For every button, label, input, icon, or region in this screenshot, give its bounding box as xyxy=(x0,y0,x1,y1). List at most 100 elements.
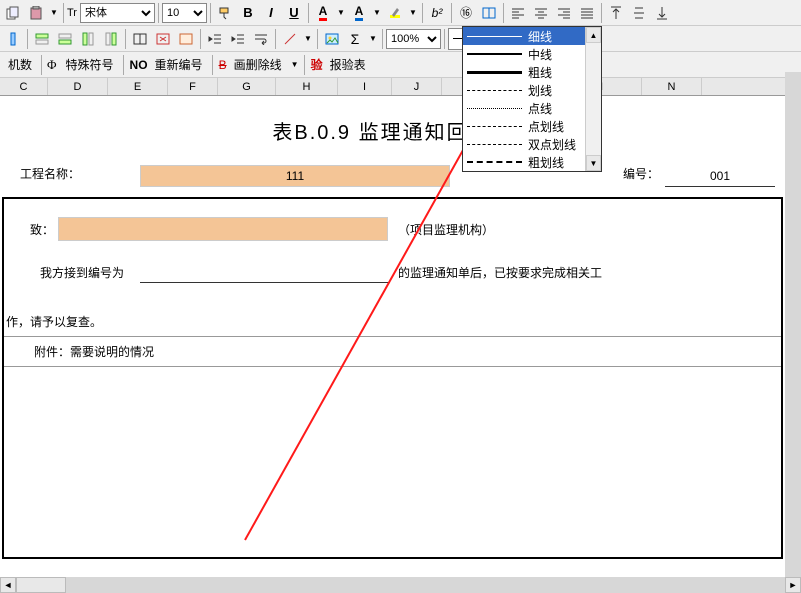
line-style-option[interactable]: 粗线 xyxy=(463,63,585,81)
renumber-button[interactable]: 重新编号 xyxy=(149,56,209,73)
line4-label: 作，请予以复查。 xyxy=(4,301,781,336)
line-style-label: 粗线 xyxy=(528,64,552,81)
insert-col-right-icon[interactable] xyxy=(100,28,122,50)
line-style-label: 划线 xyxy=(528,82,552,99)
attachment-label: 附件：需要说明的情况 xyxy=(4,336,781,367)
received-number-field[interactable] xyxy=(140,261,390,283)
merge-cells-icon[interactable] xyxy=(478,2,500,24)
paste-icon[interactable] xyxy=(25,2,47,24)
toolbar-insert: ▼ Σ ▼ 100% ▼ ▼ ▼ xyxy=(0,26,801,52)
align-right-icon[interactable] xyxy=(553,2,575,24)
underline-button[interactable]: U xyxy=(283,2,305,24)
paste-dropdown-arrow-icon[interactable]: ▼ xyxy=(48,3,60,23)
align-left-icon[interactable] xyxy=(507,2,529,24)
delete-cell-icon[interactable] xyxy=(152,28,174,50)
align-justify-icon[interactable] xyxy=(576,2,598,24)
bold-button[interactable]: B xyxy=(237,2,259,24)
valign-middle-icon[interactable] xyxy=(628,2,650,24)
right-gutter xyxy=(785,72,801,577)
project-name-label: 工程名称： xyxy=(0,165,140,187)
phi-icon: Φ xyxy=(45,57,59,73)
align-center-icon[interactable] xyxy=(530,2,552,24)
report-button[interactable]: 报验表 xyxy=(324,56,372,73)
line-style-option[interactable]: 点线 xyxy=(463,99,585,117)
scrollbar-thumb[interactable] xyxy=(16,577,66,593)
shape-line-icon[interactable] xyxy=(279,28,301,50)
strike-prefix-icon: B xyxy=(216,58,227,72)
scroll-left-icon[interactable]: ◄ xyxy=(0,577,16,593)
scroll-up-icon[interactable]: ▲ xyxy=(586,27,601,43)
highlight-arrow-icon[interactable]: ▼ xyxy=(407,3,419,23)
valign-top-icon[interactable] xyxy=(605,2,627,24)
to-field[interactable] xyxy=(58,217,388,241)
received-prefix-label: 我方接到编号为 xyxy=(10,264,140,281)
column-header-G[interactable]: G xyxy=(218,78,276,95)
line-style-option[interactable]: 粗划线 xyxy=(463,153,585,171)
toolbar-formatting: ▼ Tr 宋体 10 B I U A ▼ A ▼ ▼ b² ⑯ xyxy=(0,0,801,26)
line-style-option[interactable]: 点划线 xyxy=(463,117,585,135)
attachment-content-area[interactable] xyxy=(4,367,781,557)
column-header-F[interactable]: F xyxy=(168,78,218,95)
scroll-down-icon[interactable]: ▼ xyxy=(586,155,601,171)
wrap-text-icon[interactable] xyxy=(250,28,272,50)
received-suffix-label: 的监理通知单后，已按要求完成相关工 xyxy=(390,264,602,281)
fill-color-arrow-icon[interactable]: ▼ xyxy=(371,3,383,23)
project-name-field[interactable]: 111 xyxy=(140,165,450,187)
line-style-option[interactable]: 划线 xyxy=(463,81,585,99)
column-header-E[interactable]: E xyxy=(108,78,168,95)
shape-arrow-icon[interactable]: ▼ xyxy=(302,29,314,49)
horizontal-scrollbar[interactable]: ◄ ► xyxy=(0,577,801,593)
line-style-label: 双点划线 xyxy=(528,136,576,153)
highlight-button[interactable] xyxy=(384,2,406,24)
toolbar-custom: 机数 Φ 特殊符号 NO 重新编号 B 画删除线 ▼ 验 报验表 xyxy=(0,52,801,78)
scroll-right-icon[interactable]: ► xyxy=(785,577,801,593)
insert-col-icon[interactable] xyxy=(2,28,24,50)
insert-row-above-icon[interactable] xyxy=(31,28,53,50)
zoom-select[interactable]: 100% xyxy=(386,29,441,49)
special-char-button[interactable]: 特殊符号 xyxy=(60,56,120,73)
font-color-arrow-icon[interactable]: ▼ xyxy=(335,3,347,23)
font-size-select[interactable]: 10 xyxy=(162,3,207,23)
line-style-dropdown: 细线中线粗线划线点线点划线双点划线粗划线 ▲ ▼ xyxy=(462,26,602,172)
column-header-D[interactable]: D xyxy=(48,78,108,95)
fill-color-button[interactable]: A xyxy=(348,2,370,24)
dropdown-scrollbar[interactable]: ▲ ▼ xyxy=(585,27,601,171)
no-prefix-icon: NO xyxy=(127,58,148,72)
font-name-select[interactable]: 宋体 xyxy=(80,3,155,23)
column-header-C[interactable]: C xyxy=(0,78,48,95)
circled-number-icon[interactable]: ⑯ xyxy=(455,2,477,24)
sum-arrow-icon[interactable]: ▼ xyxy=(367,29,379,49)
image-icon[interactable] xyxy=(321,28,343,50)
insert-row-below-icon[interactable] xyxy=(54,28,76,50)
strike-arrow-icon[interactable]: ▼ xyxy=(289,55,301,75)
indent-icon[interactable] xyxy=(227,28,249,50)
column-header-H[interactable]: H xyxy=(276,78,338,95)
line-style-label: 粗划线 xyxy=(528,154,564,171)
strikethrough-button[interactable]: 画删除线 xyxy=(228,56,288,73)
line-style-option[interactable]: 中线 xyxy=(463,45,585,63)
superscript-button[interactable]: b² xyxy=(426,2,448,24)
column-header-N[interactable]: N xyxy=(642,78,702,95)
outdent-icon[interactable] xyxy=(204,28,226,50)
line-style-option[interactable]: 双点划线 xyxy=(463,135,585,153)
jishu-button[interactable]: 机数 xyxy=(2,56,38,73)
to-label: 致： xyxy=(10,221,58,238)
font-color-button[interactable]: A xyxy=(312,2,334,24)
split-cell-icon[interactable] xyxy=(129,28,151,50)
format-painter-icon[interactable] xyxy=(214,2,236,24)
line-style-label: 中线 xyxy=(528,46,552,63)
column-header-J[interactable]: J xyxy=(392,78,442,95)
table-props-icon[interactable] xyxy=(175,28,197,50)
number-field[interactable]: 001 xyxy=(665,165,775,187)
sum-icon[interactable]: Σ xyxy=(344,28,366,50)
copy-icon[interactable] xyxy=(2,2,24,24)
italic-button[interactable]: I xyxy=(260,2,282,24)
line-style-label: 点划线 xyxy=(528,118,564,135)
line-style-label: 点线 xyxy=(528,100,552,117)
line-style-option[interactable]: 细线 xyxy=(463,27,585,45)
document-title: 表B.0.9 监理通知回复单 xyxy=(0,96,785,159)
valign-bottom-icon[interactable] xyxy=(651,2,673,24)
column-headers: CDEFGHIJKLMN xyxy=(0,78,801,96)
insert-col-left-icon[interactable] xyxy=(77,28,99,50)
column-header-I[interactable]: I xyxy=(338,78,392,95)
